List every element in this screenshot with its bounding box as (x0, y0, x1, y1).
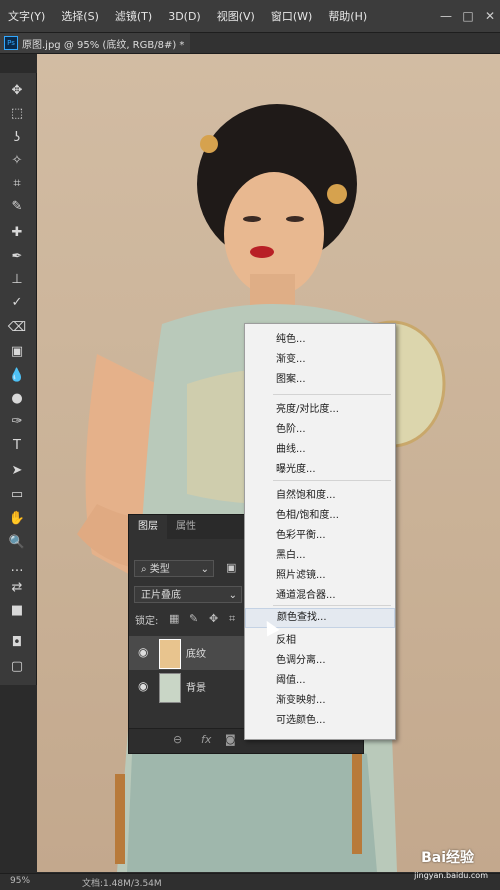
layer-thumbnail (159, 673, 181, 703)
type-icon[interactable]: T (6, 436, 28, 456)
add-mask-icon[interactable]: ◙ (225, 733, 236, 746)
menu-item[interactable]: 黑白... (245, 546, 395, 566)
more-icon[interactable]: … (6, 558, 28, 578)
adjustment-context-menu: 纯色... 渐变... 图案... 亮度/对比度... 色阶... 曲线... 曝光度...… (244, 323, 396, 740)
move-icon[interactable]: ✥ (6, 81, 28, 101)
quick-mask-icon[interactable]: ◘ (6, 633, 28, 653)
maximize-icon[interactable]: □ (458, 6, 478, 26)
menu-select[interactable]: 选择(S) (53, 8, 107, 24)
history-brush-icon[interactable]: ✓ (6, 293, 28, 313)
document-title: 原图.jpg @ 95% (底纹, RGB/8#) * (22, 39, 185, 51)
menu-item[interactable]: 阈值... (245, 671, 395, 691)
menu-item[interactable]: 图案... (245, 370, 395, 390)
menu-bar: 文字(Y) 选择(S) 滤镜(T) 3D(D) 视图(V) 窗口(W) 帮助(H… (0, 0, 500, 33)
visibility-eye-icon[interactable]: ◉ (138, 679, 148, 693)
filter-label: 类型 (149, 564, 170, 575)
pen-icon[interactable]: ✑ (6, 412, 28, 432)
zoom-level[interactable]: 95% (10, 876, 30, 886)
stamp-icon[interactable]: ⊥ (6, 270, 28, 290)
magic-wand-icon[interactable]: ✧ (6, 151, 28, 171)
layer-name: 底纹 (186, 649, 206, 660)
lock-paint-icon[interactable]: ✎ (189, 612, 198, 625)
tab-properties[interactable]: 属性 (167, 515, 205, 539)
blend-mode-select[interactable]: 正片叠底 ⌄ (134, 586, 242, 603)
layer-name: 背景 (186, 683, 206, 694)
tools-panel: ✥ ⬚ ʖ ✧ ⌗ ✎ ✚ ✒ ⊥ ✓ ⌫ ▣ 💧 ● ✑ T ➤ ▭ ✋ 🔍 … ⇄ ■ ◘ ▢ (0, 73, 37, 685)
lock-position-icon[interactable]: ✥ (209, 612, 218, 625)
gradient-icon[interactable]: ▣ (6, 342, 28, 362)
swap-colors-icon[interactable]: ⇄ (6, 578, 28, 598)
lock-label: 锁定: (135, 616, 159, 627)
menu-view[interactable]: 视图(V) (209, 8, 263, 24)
menu-item[interactable]: 色调分离... (245, 651, 395, 671)
menu-item[interactable]: 色相/饱和度... (245, 506, 395, 526)
crop-icon[interactable]: ⌗ (6, 174, 28, 194)
layer-thumbnail (159, 639, 181, 669)
color-swatch-icon[interactable]: ■ (6, 601, 28, 621)
window-controls: — □ ✕ (436, 0, 500, 32)
path-select-icon[interactable]: ➤ (6, 461, 28, 481)
fx-icon[interactable]: fx (201, 733, 211, 746)
eyedropper-icon[interactable]: ✎ (6, 197, 28, 217)
healing-icon[interactable]: ✚ (6, 223, 28, 243)
lasso-icon[interactable]: ʖ (6, 128, 28, 148)
watermark-logo: Bai经验 (421, 850, 474, 866)
photoshop-icon: Ps (4, 36, 18, 50)
menu-item[interactable]: 色彩平衡... (245, 526, 395, 546)
visibility-eye-icon[interactable]: ◉ (138, 645, 148, 659)
blend-mode-value: 正片叠底 (141, 590, 181, 601)
menu-item[interactable]: 纯色... (245, 330, 395, 350)
menu-help[interactable]: 帮助(H) (320, 8, 375, 24)
blur-icon[interactable]: 💧 (6, 366, 28, 386)
document-tab-bar: Ps 原图.jpg @ 95% (底纹, RGB/8#) * (0, 33, 500, 54)
menu-item[interactable]: 色阶... (245, 420, 395, 440)
lock-transparent-icon[interactable]: ▦ (169, 612, 179, 625)
layer-filter-select[interactable]: ⌕ 类型 ⌄ (134, 560, 214, 577)
menu-item[interactable]: 照片滤镜... (245, 566, 395, 586)
search-icon: ⌕ (141, 564, 150, 575)
menu-item[interactable]: 亮度/对比度... (245, 400, 395, 420)
menu-filter[interactable]: 滤镜(T) (107, 8, 160, 24)
hand-icon[interactable]: ✋ (6, 509, 28, 529)
dodge-icon[interactable]: ● (6, 389, 28, 409)
menu-item[interactable]: 曝光度... (245, 460, 395, 480)
rectangle-icon[interactable]: ▭ (6, 485, 28, 505)
close-icon[interactable]: ✕ (480, 6, 500, 26)
minimize-icon[interactable]: — (436, 6, 456, 26)
document-tab[interactable]: Ps 原图.jpg @ 95% (底纹, RGB/8#) * (0, 33, 191, 53)
menu-item[interactable]: 可选颜色... (245, 711, 395, 731)
menu-3d[interactable]: 3D(D) (160, 10, 209, 23)
chevron-down-icon: ⌄ (200, 564, 209, 575)
menu-type[interactable]: 文字(Y) (0, 8, 53, 24)
lock-artboard-icon[interactable]: ⌗ (229, 612, 235, 626)
marquee-icon[interactable]: ⬚ (6, 104, 28, 124)
document-size: 文档:1.48M/3.54M (82, 879, 162, 889)
menu-separator (273, 394, 391, 395)
watermark-url: jingyan.baidu.com (414, 871, 488, 880)
chevron-down-icon: ⌄ (228, 590, 237, 601)
menu-item[interactable]: 渐变... (245, 350, 395, 370)
brush-icon[interactable]: ✒ (6, 247, 28, 267)
menu-window[interactable]: 窗口(W) (263, 8, 320, 24)
zoom-icon[interactable]: 🔍 (6, 533, 28, 553)
menu-item[interactable]: 通道混合器... (245, 586, 395, 606)
screen-mode-icon[interactable]: ▢ (6, 657, 28, 677)
menu-separator (273, 480, 391, 481)
tab-layers[interactable]: 图层 (129, 515, 167, 539)
eraser-icon[interactable]: ⌫ (6, 318, 28, 338)
image-filter-icon[interactable]: ▣ (226, 561, 236, 574)
menu-item[interactable]: 渐变映射... (245, 691, 395, 711)
link-layers-icon[interactable]: ⊖ (173, 733, 182, 746)
menu-item[interactable]: 曲线... (245, 440, 395, 460)
menu-item[interactable]: 自然饱和度... (245, 486, 395, 506)
